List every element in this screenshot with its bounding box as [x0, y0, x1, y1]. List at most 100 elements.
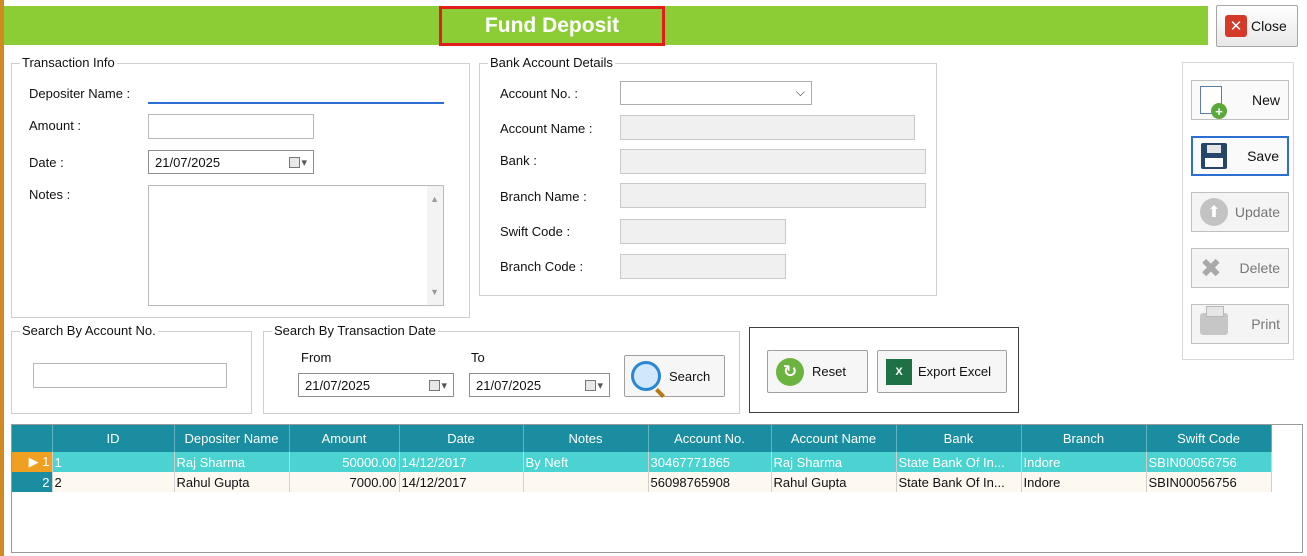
search-date-legend: Search By Transaction Date: [274, 323, 436, 338]
search-account-input[interactable]: [33, 363, 227, 388]
to-date-value: 21/07/2025: [476, 377, 542, 393]
column-header[interactable]: Account Name: [771, 425, 897, 452]
bank-label: Bank :: [500, 153, 537, 168]
account-name-label: Account Name :: [500, 121, 593, 136]
cell-name[interactable]: Rahul Gupta: [174, 472, 290, 492]
row-header-corner: [12, 425, 53, 452]
depositer-name-label: Depositer Name :: [29, 86, 131, 101]
print-button-label: Print: [1251, 316, 1280, 332]
from-label: From: [301, 350, 332, 365]
table-row[interactable]: ▶ 1 1 Raj Sharma 50000.00 14/12/2017 By …: [12, 452, 1272, 472]
cell-date[interactable]: 14/12/2017: [399, 472, 524, 492]
delete-button[interactable]: ✖ Delete: [1191, 248, 1289, 288]
row-number: 1: [42, 454, 50, 469]
page-title: Fund Deposit: [439, 6, 665, 46]
column-header[interactable]: Bank: [896, 425, 1022, 452]
to-date-picker[interactable]: 21/07/2025 ▾: [469, 373, 610, 397]
cell-account-name[interactable]: Rahul Gupta: [771, 472, 897, 492]
date-label: Date :: [29, 155, 64, 170]
from-date-value: 21/07/2025: [305, 377, 371, 393]
from-date-picker[interactable]: 21/07/2025 ▾: [298, 373, 454, 397]
cell-account-no[interactable]: 56098765908: [648, 472, 772, 492]
deposits-table: ID Depositer Name Amount Date Notes Acco…: [12, 425, 1272, 492]
transaction-info-legend: Transaction Info: [22, 55, 115, 70]
cell-notes[interactable]: [523, 472, 649, 492]
column-header[interactable]: Branch: [1021, 425, 1147, 452]
close-button[interactable]: ✕ Close: [1216, 5, 1298, 47]
deposits-grid[interactable]: ID Depositer Name Amount Date Notes Acco…: [11, 424, 1303, 553]
cell-amount[interactable]: 7000.00: [289, 472, 400, 492]
account-no-select[interactable]: ⌵: [620, 81, 812, 105]
column-header[interactable]: Depositer Name: [174, 425, 290, 452]
table-row[interactable]: 2 2 Rahul Gupta 7000.00 14/12/2017 56098…: [12, 472, 1272, 492]
update-button[interactable]: ⬆ Update: [1191, 192, 1289, 232]
save-button[interactable]: Save: [1191, 136, 1289, 176]
swift-code-field: [620, 219, 786, 244]
calendar-dropdown-icon[interactable]: ▾: [429, 379, 447, 392]
cell-amount[interactable]: 50000.00: [289, 452, 400, 472]
grid-header-row: ID Depositer Name Amount Date Notes Acco…: [12, 425, 1272, 452]
notes-textarea[interactable]: ▲ ▼: [148, 185, 444, 306]
branch-code-field: [620, 254, 786, 279]
cell-swift[interactable]: SBIN00056756: [1146, 452, 1272, 472]
date-picker-value: 21/07/2025: [155, 154, 221, 170]
search-account-legend: Search By Account No.: [22, 323, 156, 338]
cell-date[interactable]: 14/12/2017: [399, 452, 524, 472]
floppy-disk-icon: [1201, 143, 1227, 169]
swift-code-label: Swift Code :: [500, 224, 571, 239]
amount-label: Amount :: [29, 118, 82, 133]
bank-field: [620, 149, 926, 174]
date-picker[interactable]: 21/07/2025 ▾: [148, 150, 314, 174]
search-button[interactable]: Search: [624, 355, 725, 397]
cell-id[interactable]: 2: [52, 472, 175, 492]
scroll-down-icon[interactable]: ▼: [430, 287, 439, 297]
calendar-dropdown-icon[interactable]: ▾: [289, 156, 307, 169]
delete-x-icon: ✖: [1200, 252, 1222, 283]
cell-branch[interactable]: Indore: [1021, 452, 1147, 472]
reset-button[interactable]: ↻ Reset: [767, 350, 868, 393]
delete-button-label: Delete: [1239, 260, 1280, 276]
cell-bank[interactable]: State Bank Of In...: [896, 472, 1022, 492]
scroll-up-icon[interactable]: ▲: [430, 194, 439, 204]
new-document-icon: +: [1200, 86, 1227, 119]
column-header[interactable]: Swift Code: [1146, 425, 1272, 452]
amount-input[interactable]: [148, 114, 314, 139]
depositer-name-input[interactable]: [148, 79, 444, 104]
print-button[interactable]: Print: [1191, 304, 1289, 344]
current-row-arrow-icon: ▶: [28, 454, 39, 469]
row-header[interactable]: 2: [12, 472, 53, 492]
printer-icon: [1200, 306, 1228, 335]
column-header[interactable]: Account No.: [648, 425, 772, 452]
row-header[interactable]: ▶ 1: [12, 452, 53, 472]
cell-notes[interactable]: By Neft: [523, 452, 649, 472]
chevron-down-icon[interactable]: ⌵: [796, 85, 805, 100]
account-no-label: Account No. :: [500, 86, 579, 101]
column-header[interactable]: Notes: [523, 425, 649, 452]
notes-label: Notes :: [29, 187, 71, 202]
account-name-field: [620, 115, 915, 140]
cell-name[interactable]: Raj Sharma: [174, 452, 290, 472]
branch-name-field: [620, 183, 926, 208]
cell-swift[interactable]: SBIN00056756: [1146, 472, 1272, 492]
calendar-dropdown-icon[interactable]: ▾: [585, 379, 603, 392]
cell-bank[interactable]: State Bank Of In...: [896, 452, 1022, 472]
cell-branch[interactable]: Indore: [1021, 472, 1147, 492]
close-button-label: Close: [1251, 18, 1287, 34]
cell-account-name[interactable]: Raj Sharma: [771, 452, 897, 472]
cell-account-no[interactable]: 30467771865: [648, 452, 772, 472]
bank-account-legend: Bank Account Details: [490, 55, 613, 70]
export-excel-button[interactable]: X Export Excel: [877, 350, 1007, 393]
window-edge: [0, 0, 4, 556]
branch-code-label: Branch Code :: [500, 259, 584, 274]
search-icon: [631, 361, 661, 391]
new-button[interactable]: + New: [1191, 80, 1289, 120]
new-button-label: New: [1251, 92, 1280, 108]
column-header[interactable]: Date: [399, 425, 524, 452]
cell-id[interactable]: 1: [52, 452, 175, 472]
column-header[interactable]: Amount: [289, 425, 400, 452]
close-icon: ✕: [1225, 15, 1247, 37]
search-button-label: Search: [669, 368, 711, 384]
excel-icon: X: [886, 358, 912, 385]
column-header[interactable]: ID: [52, 425, 175, 452]
row-number: 2: [42, 474, 50, 490]
